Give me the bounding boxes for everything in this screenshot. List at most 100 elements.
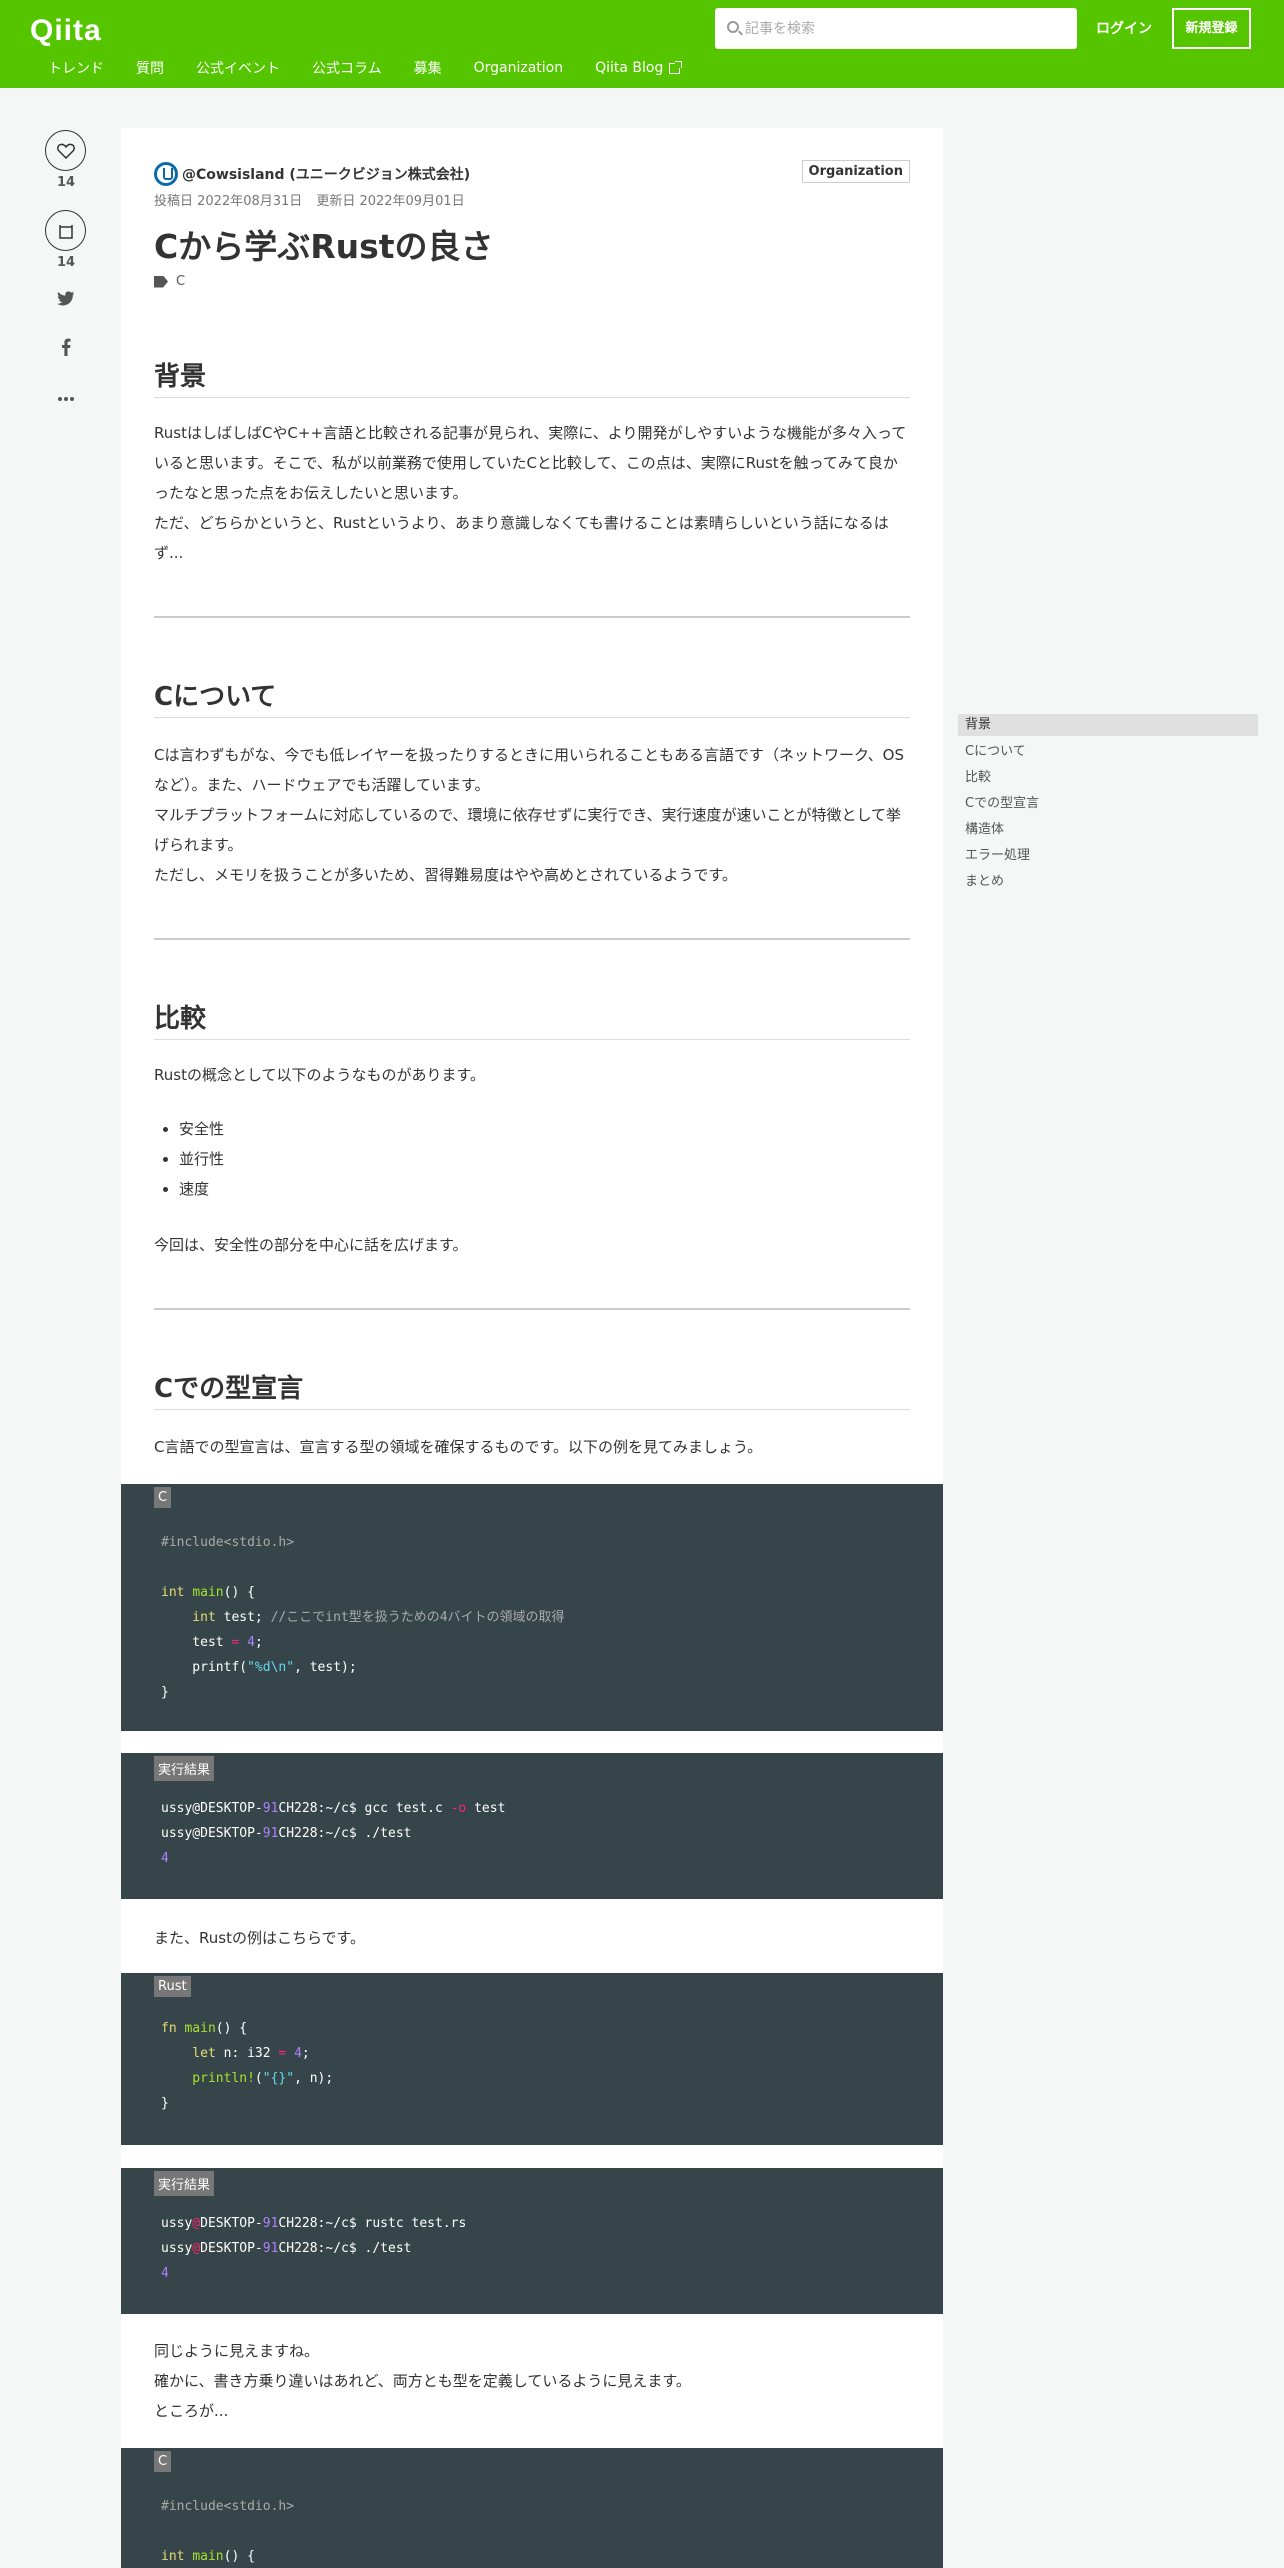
organization-badge[interactable]: Organization: [801, 160, 910, 183]
toc-item-background[interactable]: 背景: [958, 714, 1258, 736]
author[interactable]: @Cowsisland (ユニークビジョン株式会社): [154, 162, 470, 186]
like-button[interactable]: [45, 130, 86, 171]
code-comment: //ここでint型を扱うための4バイトの領域の取得: [270, 1610, 565, 1625]
divider: [154, 616, 910, 618]
code-token: 4: [247, 1635, 255, 1650]
toc-item-c-type-declaration[interactable]: Cでの型宣言: [958, 792, 1258, 818]
code-token: main: [184, 2021, 216, 2036]
code-token: 91: [262, 2241, 279, 2256]
heading-background: 背景: [154, 356, 910, 398]
like-count: 14: [56, 175, 76, 190]
facebook-icon: [62, 338, 71, 356]
code-token: ./test: [364, 2241, 412, 2256]
facebook-share[interactable]: [44, 338, 88, 360]
code-token: test: [466, 1801, 506, 1816]
heart-icon: [56, 143, 75, 159]
code-token: ;: [301, 2046, 310, 2061]
stock-button[interactable]: [45, 210, 86, 251]
code-token: ~/c$: [325, 2216, 365, 2231]
toc-item-summary[interactable]: まとめ: [958, 870, 1258, 896]
twitter-share[interactable]: [44, 290, 88, 312]
code-token: test;: [215, 1610, 271, 1625]
code-token: }: [161, 2096, 169, 2111]
heading-c-type-declaration: Cでの型宣言: [154, 1368, 910, 1410]
code-token: @: [192, 2216, 201, 2231]
twitter-icon: [57, 291, 74, 306]
code-token: 91: [262, 2216, 279, 2231]
code-token: n: i32: [215, 2046, 279, 2061]
qiita-logo[interactable]: Qiita: [30, 14, 102, 48]
search-box[interactable]: [715, 8, 1077, 49]
code-token: int: [161, 1585, 185, 1600]
author-avatar: [154, 162, 178, 186]
code-token: CH228:: [278, 1826, 326, 1841]
list-item: 速度: [179, 1174, 224, 1204]
code-block-rust[interactable]: Rust fn main() { let n: i32 = 4; println…: [121, 1973, 943, 2145]
code-token: int: [161, 1610, 216, 1625]
paragraph: 今回は、安全性の部分を中心に話を広げます。: [154, 1236, 468, 1254]
nav-qiita-blog-label: Qiita Blog: [595, 60, 664, 76]
code-token: int: [161, 2549, 185, 2564]
code-block-result[interactable]: 実行結果 ussy@DESKTOP-91CH228:~/c$ gcc test.…: [121, 1753, 943, 1899]
code-block-c[interactable]: C #include<stdio.h> int main() {: [121, 2448, 943, 2568]
code-block-result[interactable]: 実行結果 ussy@DESKTOP-91CH228:~/c$ rustc tes…: [121, 2168, 943, 2314]
heading-comparison: 比較: [154, 998, 910, 1040]
code-content: #include<stdio.h> int main() {: [161, 2494, 294, 2568]
paragraph-line: マルチプラットフォームに対応しているので、環境に依存せずに実行でき、実行速度が速…: [154, 806, 902, 854]
login-link[interactable]: ログイン: [1096, 18, 1152, 38]
code-token: ;: [254, 1635, 263, 1650]
nav-qiita-blog[interactable]: Qiita Blog: [595, 58, 683, 78]
paragraph-line: ただし、メモリを扱うことが多いため、習得難易度はやや高めとされているようです。: [154, 866, 738, 884]
code-token: @: [192, 2241, 201, 2256]
list-item: 並行性: [179, 1144, 224, 1174]
code-token: 4: [161, 2266, 169, 2281]
code-content: ussy@DESKTOP-91CH228:~/c$ gcc test.c -o …: [161, 1796, 505, 1871]
paragraph: また、Rustの例はこちらです。: [154, 1929, 366, 1947]
code-token: CH228:: [278, 1801, 326, 1816]
toc-item-about-c[interactable]: Cについて: [958, 740, 1258, 766]
paragraph-line: Cは言わずもがな、今でも低レイヤーを扱ったりするときに用いられることもある言語で…: [154, 746, 905, 794]
signup-button[interactable]: 新規登録: [1172, 8, 1251, 49]
paragraph-line: RustはしばしばCやC++言語と比較される記事が見られ、実際に、より開発がしや…: [154, 424, 907, 502]
paragraph-line: ところが...: [154, 2402, 229, 2420]
code-token: CH228:: [278, 2241, 326, 2256]
code-token: (: [254, 2071, 263, 2086]
code-language-label: C: [154, 1487, 172, 1508]
paragraph-line: ただ、どちらかというと、Rustというより、あまり意識しなくても書けることは素晴…: [154, 514, 889, 562]
code-block-c[interactable]: C #include<stdio.h> int main() { int tes…: [121, 1484, 943, 1731]
code-token: DESKTOP-: [200, 2241, 263, 2256]
tag-c[interactable]: C: [176, 274, 185, 289]
code-token: "%d\n": [247, 1660, 295, 1675]
author-name: @Cowsisland (ユニークビジョン株式会社): [182, 167, 471, 183]
toc-item-comparison[interactable]: 比較: [958, 766, 1258, 792]
toc-item-error-handling[interactable]: エラー処理: [958, 844, 1258, 870]
nav-recruit[interactable]: 募集: [414, 58, 442, 78]
code-token: }: [161, 1685, 169, 1700]
code-token: ~/c$: [325, 1826, 365, 1841]
search-input[interactable]: [745, 8, 1065, 49]
code-token: , n);: [294, 2071, 334, 2086]
more-options[interactable]: [44, 386, 88, 408]
code-token: let: [161, 2046, 216, 2061]
nav-official-column[interactable]: 公式コラム: [312, 58, 382, 78]
more-icon: [58, 397, 74, 401]
divider: [154, 938, 910, 940]
search-icon: [727, 21, 739, 33]
nav-official-events[interactable]: 公式イベント: [196, 58, 280, 78]
global-header: Qiita ログイン 新規登録 トレンド 質問 公式イベント 公式コラム 募集 …: [0, 0, 1284, 88]
tag-icon: [154, 275, 168, 288]
code-token: ussy: [161, 2216, 193, 2231]
code-language-label: C: [154, 2451, 172, 2472]
code-token: ussy: [161, 2241, 193, 2256]
posted-date: 投稿日 2022年08月31日: [154, 194, 303, 209]
toc-item-struct[interactable]: 構造体: [958, 818, 1258, 844]
code-token: -o: [450, 1801, 467, 1816]
nav-organization[interactable]: Organization: [474, 58, 564, 78]
code-language-label: 実行結果: [154, 1756, 215, 1781]
code-language-label: 実行結果: [154, 2171, 215, 2196]
nav-trend[interactable]: トレンド: [48, 58, 104, 78]
code-token: printf(: [161, 1660, 248, 1675]
nav-questions[interactable]: 質問: [136, 58, 164, 78]
code-token: ~/c$: [325, 1801, 365, 1816]
